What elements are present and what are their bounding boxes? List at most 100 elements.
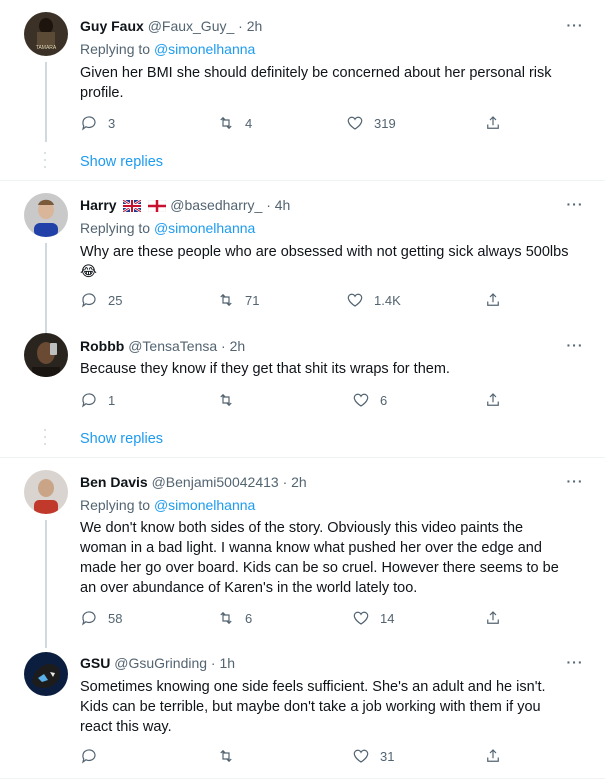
- handle-timestamp[interactable]: @basedharry_ · 4h: [170, 197, 290, 213]
- display-name[interactable]: Ben Davis: [80, 474, 148, 490]
- share-icon: [487, 611, 499, 624]
- display-name[interactable]: Robbb: [80, 338, 124, 354]
- mention-link[interactable]: @simonelhanna: [154, 497, 255, 513]
- reply-button[interactable]: [80, 747, 108, 765]
- more-options-icon[interactable]: ···: [565, 473, 585, 491]
- thread-line: [45, 62, 47, 142]
- share-button[interactable]: [484, 114, 502, 132]
- tweet-header: GSU @GsuGrinding · 1h: [80, 654, 235, 672]
- svg-text:TAMARA: TAMARA: [36, 45, 57, 51]
- like-button[interactable]: 6: [352, 391, 387, 409]
- share-icon: [487, 749, 499, 762]
- heart-icon: [353, 749, 369, 763]
- show-replies-link[interactable]: Show replies: [80, 154, 163, 170]
- tweet-text: Why are these people who are obsessed wi…: [80, 242, 569, 282]
- reply-icon: [82, 393, 96, 408]
- display-name[interactable]: Guy Faux: [80, 18, 144, 34]
- tweet-text-line: We don't know both sides of the story. O…: [80, 520, 524, 536]
- avatar[interactable]: [24, 470, 68, 514]
- tweet-text-line: Why are these people who are obsessed wi…: [80, 244, 569, 260]
- retweet-icon: [220, 749, 232, 763]
- thread-line: [45, 520, 47, 648]
- handle-timestamp[interactable]: @TensaTensa · 2h: [128, 338, 245, 354]
- tweet-actions: 3 4 319: [80, 114, 510, 134]
- more-options-icon[interactable]: ···: [565, 196, 585, 214]
- retweet-count: 6: [245, 610, 253, 626]
- avatar[interactable]: TAMARA: [24, 12, 68, 56]
- heart-icon: [353, 611, 369, 625]
- tweet-actions: 25 71 1.4K: [80, 291, 510, 311]
- show-replies-link[interactable]: Show replies: [80, 431, 163, 447]
- reply-button[interactable]: 58: [80, 609, 122, 627]
- tweet-text: We don't know both sides of the story. O…: [80, 518, 585, 598]
- tweet-header: Ben Davis @Benjami50042413 · 2h: [80, 473, 307, 491]
- like-count: 6: [380, 392, 388, 408]
- tweet-actions: 1 6: [80, 391, 510, 411]
- tweet-header: Guy Faux @Faux_Guy_ · 2h: [80, 17, 262, 35]
- like-count: 14: [380, 610, 395, 626]
- retweet-button[interactable]: 4: [217, 114, 252, 132]
- display-name[interactable]: Harry: [80, 197, 117, 213]
- replying-to-label: Replying to: [80, 41, 154, 57]
- reply-icon: [82, 749, 96, 764]
- avatar[interactable]: [24, 333, 68, 377]
- divider: [0, 778, 605, 779]
- retweet-button[interactable]: 71: [217, 291, 259, 309]
- retweet-icon: [220, 116, 232, 130]
- retweet-icon: [220, 611, 232, 625]
- heart-icon: [347, 293, 363, 307]
- uk-flag-icon: [123, 200, 142, 212]
- england-flag-icon: [148, 200, 167, 212]
- tweet-text: Because they know if they get that shit …: [80, 361, 450, 377]
- retweet-button[interactable]: [217, 747, 245, 765]
- handle-timestamp[interactable]: @Faux_Guy_ · 2h: [148, 18, 263, 34]
- like-button[interactable]: 1.4K: [346, 291, 401, 309]
- share-button[interactable]: [484, 747, 502, 765]
- reply-button[interactable]: 3: [80, 114, 115, 132]
- tweet-text-line: Kids can be terrible, but maybe don't ta…: [80, 699, 541, 715]
- mention-link[interactable]: @simonelhanna: [154, 220, 255, 236]
- tweet-text: Given her BMI she should definitely be c…: [80, 65, 552, 101]
- share-button[interactable]: [484, 609, 502, 627]
- tweet-text-line: Sometimes knowing one side feels suffici…: [80, 679, 546, 695]
- replying-to: Replying to @simonelhanna: [80, 40, 255, 58]
- reply-button[interactable]: 25: [80, 291, 122, 309]
- share-icon: [487, 116, 499, 129]
- reply-icon: [82, 116, 96, 131]
- share-button[interactable]: [484, 291, 502, 309]
- mention-link[interactable]: @simonelhanna: [154, 41, 255, 57]
- retweet-button[interactable]: 6: [217, 609, 252, 627]
- handle-timestamp[interactable]: @GsuGrinding · 1h: [114, 655, 235, 671]
- retweet-icon: [220, 293, 232, 307]
- tweet-actions: 31: [80, 747, 510, 767]
- retweet-button[interactable]: [217, 391, 245, 409]
- more-options-icon[interactable]: ···: [565, 337, 585, 355]
- tweet-text: Sometimes knowing one side feels suffici…: [80, 677, 585, 737]
- avatar[interactable]: [24, 193, 68, 237]
- more-options-icon[interactable]: ···: [565, 654, 585, 672]
- reply-icon: [82, 293, 96, 308]
- like-count: 319: [374, 115, 396, 131]
- like-button[interactable]: 14: [352, 609, 394, 627]
- tweet-header: Robbb @TensaTensa · 2h: [80, 337, 245, 355]
- replying-to: Replying to @simonelhanna: [80, 219, 255, 237]
- reply-count: 25: [108, 292, 123, 308]
- tweet-header: Harry @basedharry_ · 4h: [80, 196, 290, 214]
- emoji: 😂: [80, 264, 97, 280]
- avatar[interactable]: [24, 652, 68, 696]
- thread-dots: [43, 152, 47, 173]
- share-button[interactable]: [484, 391, 502, 409]
- retweet-count: 4: [245, 115, 253, 131]
- replying-to-label: Replying to: [80, 220, 154, 236]
- share-icon: [487, 293, 499, 306]
- thread-dots: [43, 429, 47, 450]
- reply-button[interactable]: 1: [80, 391, 115, 409]
- like-button[interactable]: 31: [352, 747, 394, 765]
- replying-to-label: Replying to: [80, 497, 154, 513]
- handle-timestamp[interactable]: @Benjami50042413 · 2h: [152, 474, 307, 490]
- display-name[interactable]: GSU: [80, 655, 110, 671]
- retweet-icon: [220, 393, 232, 407]
- more-options-icon[interactable]: ···: [565, 17, 585, 35]
- like-button[interactable]: 319: [346, 114, 396, 132]
- tweet-text-line: woman in a bad light. I wanna know what …: [80, 540, 542, 556]
